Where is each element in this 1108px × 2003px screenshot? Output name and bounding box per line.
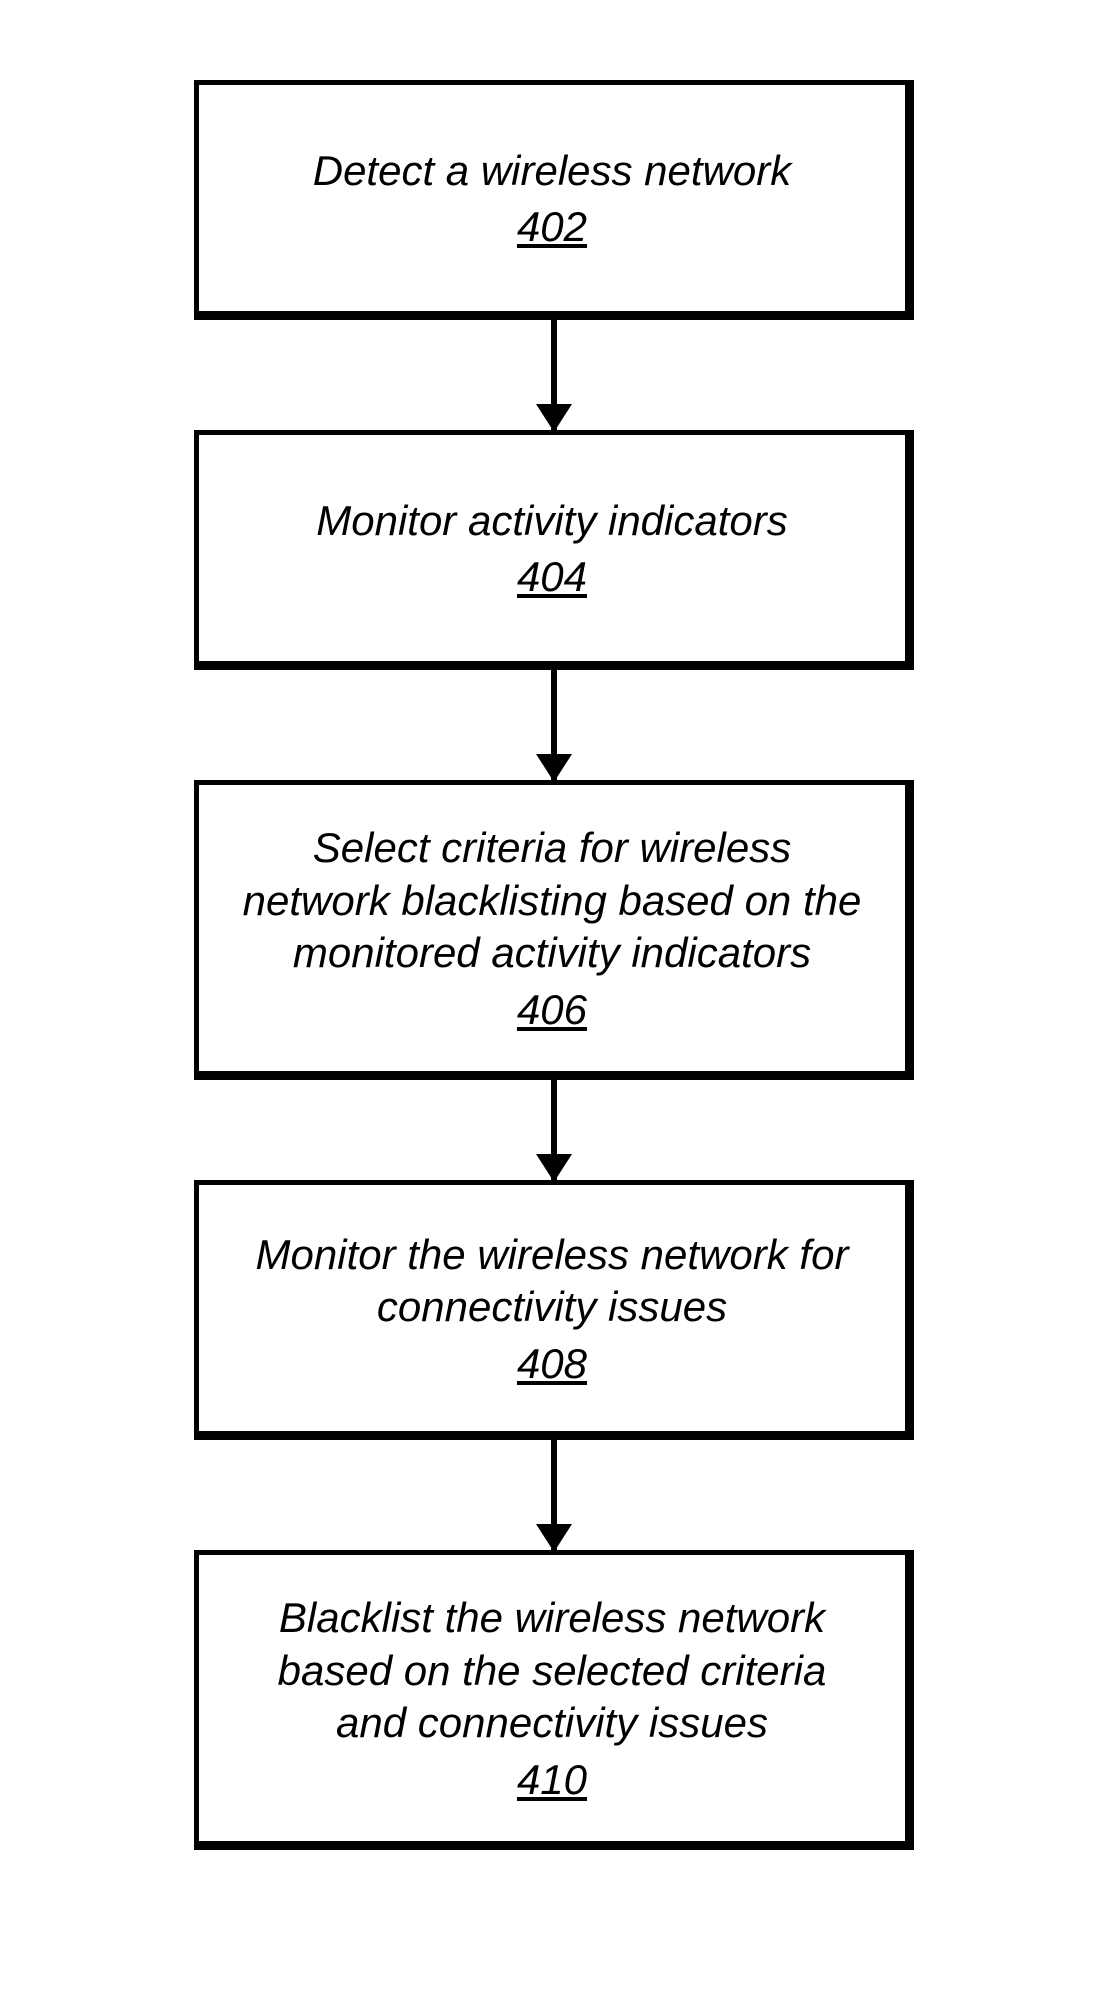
step-box-406: Select criteria for wireless network bla… <box>194 780 914 1080</box>
step-box-402: Detect a wireless network 402 <box>194 80 914 320</box>
step-text: Monitor activity indicators <box>316 495 788 548</box>
step-ref: 402 <box>517 203 587 251</box>
step-box-408: Monitor the wireless network for connect… <box>194 1180 914 1440</box>
step-text: Select criteria for wireless network bla… <box>239 822 865 980</box>
arrow-icon <box>551 1440 557 1550</box>
flowchart-container: Detect a wireless network 402 Monitor ac… <box>0 0 1108 1850</box>
arrow-icon <box>551 320 557 430</box>
step-box-410: Blacklist the wireless network based on … <box>194 1550 914 1850</box>
step-text: Monitor the wireless network for connect… <box>239 1229 865 1334</box>
arrow-icon <box>551 1080 557 1180</box>
step-text: Blacklist the wireless network based on … <box>239 1592 865 1750</box>
step-text: Detect a wireless network <box>313 145 792 198</box>
step-ref: 408 <box>517 1340 587 1388</box>
step-ref: 406 <box>517 986 587 1034</box>
step-ref: 410 <box>517 1756 587 1804</box>
arrow-icon <box>551 670 557 780</box>
step-box-404: Monitor activity indicators 404 <box>194 430 914 670</box>
step-ref: 404 <box>517 553 587 601</box>
